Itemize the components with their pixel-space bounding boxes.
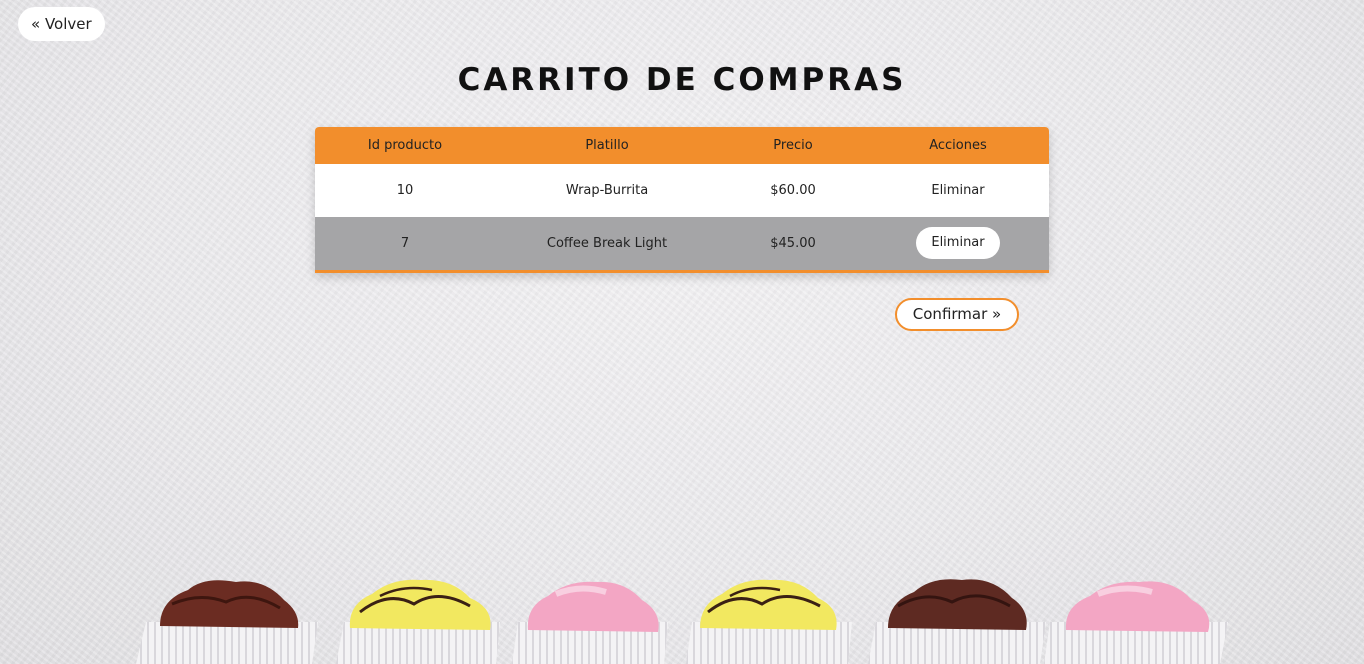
column-header-price: Precio: [773, 138, 813, 153]
cupcake-strawberry: [512, 581, 668, 664]
page-title: CARRITO DE COMPRAS: [457, 62, 907, 98]
back-button[interactable]: « Volver: [18, 7, 105, 41]
cupcake-lemon: [686, 579, 852, 664]
cupcake-chocolate: [868, 579, 1046, 664]
confirm-button[interactable]: Confirmar »: [895, 298, 1019, 331]
cart-table: Id producto Platillo Precio Acciones 10 …: [315, 127, 1049, 273]
cell-product-id: 10: [396, 183, 414, 198]
cell-actions: Eliminar: [867, 217, 1049, 271]
cupcake-lemon: [336, 579, 500, 664]
cell-price: $60.00: [770, 183, 816, 198]
column-header-id: Id producto: [367, 138, 443, 153]
column-header-dish: Platillo: [585, 138, 629, 153]
cell-price: $45.00: [770, 235, 816, 251]
table-header-row: Id producto Platillo Precio Acciones: [315, 127, 1049, 164]
cupcakes-decoration: [136, 579, 1228, 664]
delete-button[interactable]: Eliminar: [916, 175, 999, 207]
cell-dish-name: Wrap-Burrita: [565, 183, 649, 198]
cell-product-id: 7: [400, 235, 410, 251]
cell-dish-name: Coffee Break Light: [546, 235, 668, 251]
cupcake-chocolate: [136, 580, 318, 664]
cell-actions: Eliminar: [867, 164, 1049, 217]
delete-button[interactable]: Eliminar: [916, 227, 1000, 260]
table-row: 7 Coffee Break Light $45.00 Eliminar: [315, 217, 1049, 271]
column-header-actions: Acciones: [929, 138, 987, 153]
cupcake-strawberry: [1044, 581, 1228, 664]
table-row: 10 Wrap-Burrita $60.00 Eliminar: [315, 164, 1049, 217]
